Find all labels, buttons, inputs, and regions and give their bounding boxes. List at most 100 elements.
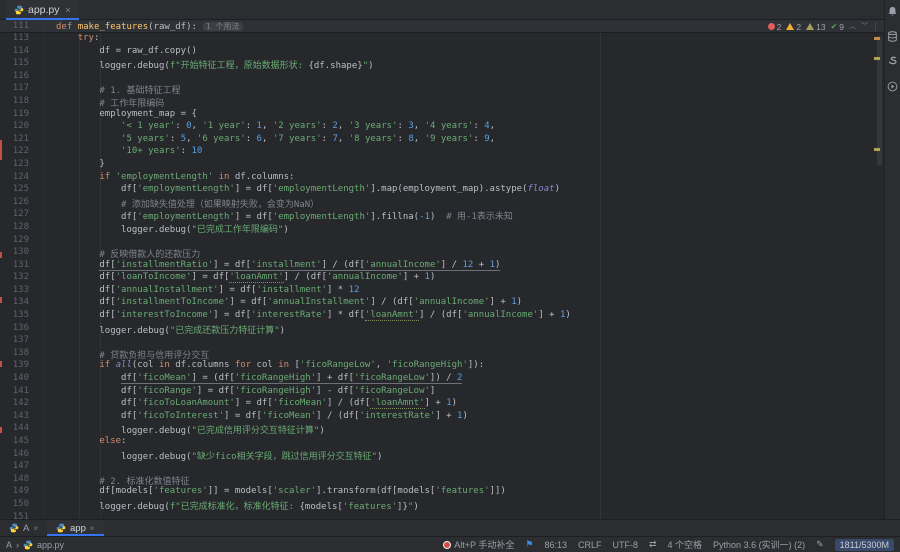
line-number[interactable]: 120	[0, 121, 44, 134]
code-line[interactable]: 147	[0, 461, 884, 474]
line-number[interactable]: 124	[0, 172, 44, 185]
line-number[interactable]: 121	[0, 134, 44, 147]
status-item-pencil[interactable]: ✎	[816, 539, 824, 550]
line-number[interactable]: 114	[0, 46, 44, 59]
code-line[interactable]: 128 logger.debug("已完成工作年限编码")	[0, 222, 884, 235]
code-line[interactable]: 134 df['installmentToIncome'] = df['annu…	[0, 297, 884, 310]
breadcrumb-root[interactable]: A	[6, 540, 12, 550]
code-line[interactable]: 117 # 1. 基础特征工程	[0, 83, 884, 96]
line-number[interactable]: 142	[0, 398, 44, 411]
code-line[interactable]: 141 df['ficoRange'] = df['ficoRangeHigh'…	[0, 386, 884, 399]
line-number[interactable]: 122	[0, 146, 44, 159]
next-problem-icon[interactable]: ﹀	[861, 23, 868, 30]
code-line[interactable]: 142 df['ficoToLoanAmount'] = df['ficoMea…	[0, 398, 884, 411]
status-item-gear[interactable]: ⇄	[649, 539, 657, 550]
line-number[interactable]: 135	[0, 310, 44, 323]
line-number[interactable]: 134	[0, 297, 44, 310]
code-line[interactable]: 126 # 添加缺失值处理（如果映射失败，会变为NaN）	[0, 197, 884, 210]
line-number[interactable]: 126	[0, 197, 44, 210]
code-line[interactable]: 150 logger.debug(f"已完成标准化，标准化特征: {models…	[0, 499, 884, 512]
line-number[interactable]: 137	[0, 335, 44, 348]
line-number[interactable]: 140	[0, 373, 44, 386]
line-number[interactable]: 128	[0, 222, 44, 235]
code-line[interactable]: 149 df[models['features']] = models['sca…	[0, 486, 884, 499]
code-line[interactable]: 114 df = raw_df.copy()	[0, 46, 884, 59]
line-number[interactable]: 118	[0, 96, 44, 109]
code-line[interactable]: 136 logger.debug("已完成还款压力特征计算")	[0, 323, 884, 336]
line-number[interactable]: 111	[0, 21, 44, 31]
line-number[interactable]: 125	[0, 184, 44, 197]
line-number[interactable]: 129	[0, 235, 44, 248]
status-item-python-3-6-2-[interactable]: Python 3.6 (实训一) (2)	[713, 538, 805, 551]
line-number[interactable]: 127	[0, 209, 44, 222]
line-number[interactable]: 139	[0, 360, 44, 373]
line-number[interactable]: 145	[0, 436, 44, 449]
line-number[interactable]: 116	[0, 71, 44, 84]
line-number[interactable]: 130	[0, 247, 44, 260]
code-line[interactable]: 121 '5 years': 5, '6 years': 6, '7 years…	[0, 134, 884, 147]
tab-app-py[interactable]: app.py ×	[6, 0, 79, 19]
warning-count[interactable]: 2	[786, 22, 801, 32]
line-number[interactable]: 143	[0, 411, 44, 424]
code-line[interactable]: 133 df['annualInstallment'] = df['instal…	[0, 285, 884, 298]
notifications-bell-icon[interactable]	[887, 5, 899, 17]
error-count[interactable]: 2	[768, 22, 782, 32]
code-line[interactable]: 120 '< 1 year': 0, '1 year': 1, '2 years…	[0, 121, 884, 134]
line-number[interactable]: 132	[0, 272, 44, 285]
code-line[interactable]: 143 df['ficoToInterest'] = df['ficoMean'…	[0, 411, 884, 424]
line-number[interactable]: 115	[0, 58, 44, 71]
status-item-flag[interactable]: ⚑	[525, 539, 533, 550]
status-item-crlf[interactable]: CRLF	[578, 540, 602, 550]
line-number[interactable]: 148	[0, 474, 44, 487]
code-line[interactable]: 135 df['interestToIncome'] = df['interes…	[0, 310, 884, 323]
database-icon[interactable]	[887, 30, 899, 42]
code-line[interactable]: 115 logger.debug(f"开始特征工程，原始数据形状: {df.sh…	[0, 58, 884, 71]
line-number[interactable]: 146	[0, 449, 44, 462]
code-line[interactable]: 145 else:	[0, 436, 884, 449]
inspections-widget[interactable]: 2 2 13 ✔9 ︿ ﹀	[768, 20, 878, 33]
line-number[interactable]: 123	[0, 159, 44, 172]
status-item-utf-8[interactable]: UTF-8	[612, 540, 638, 550]
line-number[interactable]: 133	[0, 285, 44, 298]
code-line[interactable]: 132 df['loanToIncome'] = df['loanAmnt'] …	[0, 272, 884, 285]
code-line[interactable]: 140 df['ficoMean'] = (df['ficoRangeHigh'…	[0, 373, 884, 386]
vertical-scrollbar[interactable]	[877, 36, 882, 166]
line-number[interactable]: 151	[0, 512, 44, 519]
code-line[interactable]: 122 '10+ years': 10	[0, 146, 884, 159]
code-line[interactable]: 113 try:	[0, 33, 884, 46]
close-icon[interactable]: ×	[33, 524, 38, 533]
code-line[interactable]: 144 logger.debug("已完成信用评分交互特征计算")	[0, 423, 884, 436]
status-item-4-[interactable]: 4 个空格	[668, 538, 703, 551]
close-icon[interactable]: ×	[90, 524, 95, 533]
line-number[interactable]: 131	[0, 260, 44, 273]
ok-count[interactable]: ✔9	[831, 22, 844, 32]
sciview-icon[interactable]	[887, 55, 899, 67]
line-number[interactable]: 150	[0, 499, 44, 512]
line-number[interactable]: 136	[0, 323, 44, 336]
code-line[interactable]: 130 # 反映借款人的还款压力	[0, 247, 884, 260]
code-line[interactable]: 127 df['employmentLength'] = df['employm…	[0, 209, 884, 222]
status-item-86-13[interactable]: 86:13	[544, 540, 567, 550]
line-number[interactable]: 141	[0, 386, 44, 399]
code-line[interactable]: 118 # 工作年限编码	[0, 96, 884, 109]
bottom-tab-app[interactable]: app×	[47, 520, 104, 536]
line-number[interactable]: 147	[0, 461, 44, 474]
close-icon[interactable]: ×	[66, 5, 71, 15]
code-line[interactable]: 123 }	[0, 159, 884, 172]
status-item-alt-p-[interactable]: Alt+P 手动补全	[443, 538, 514, 551]
code-line[interactable]: 131 df['installmentRatio'] = df['install…	[0, 260, 884, 273]
code-line[interactable]: 124 if 'employmentLength' in df.columns:	[0, 172, 884, 185]
code-line[interactable]: 146 logger.debug("缺少fico相关字段，跳过信用评分交互特征"…	[0, 449, 884, 462]
code-line[interactable]: 125 df['employmentLength'] = df['employm…	[0, 184, 884, 197]
sticky-line[interactable]: 111 def make_features(raw_df):1 个用法 2 2 …	[0, 20, 884, 33]
prev-problem-icon[interactable]: ︿	[849, 23, 856, 30]
line-number[interactable]: 113	[0, 33, 44, 46]
code-line[interactable]: 137	[0, 335, 884, 348]
code-editor[interactable]: 113 try:114 df = raw_df.copy()115 logger…	[0, 33, 884, 519]
breadcrumb-file[interactable]: app.py	[37, 540, 64, 550]
line-number[interactable]: 119	[0, 109, 44, 122]
code-line[interactable]: 139 if all(col in df.columns for col in …	[0, 360, 884, 373]
code-line[interactable]: 148 # 2. 标准化数值特征	[0, 474, 884, 487]
line-number[interactable]: 144	[0, 423, 44, 436]
code-line[interactable]: 119 employment_map = {	[0, 109, 884, 122]
